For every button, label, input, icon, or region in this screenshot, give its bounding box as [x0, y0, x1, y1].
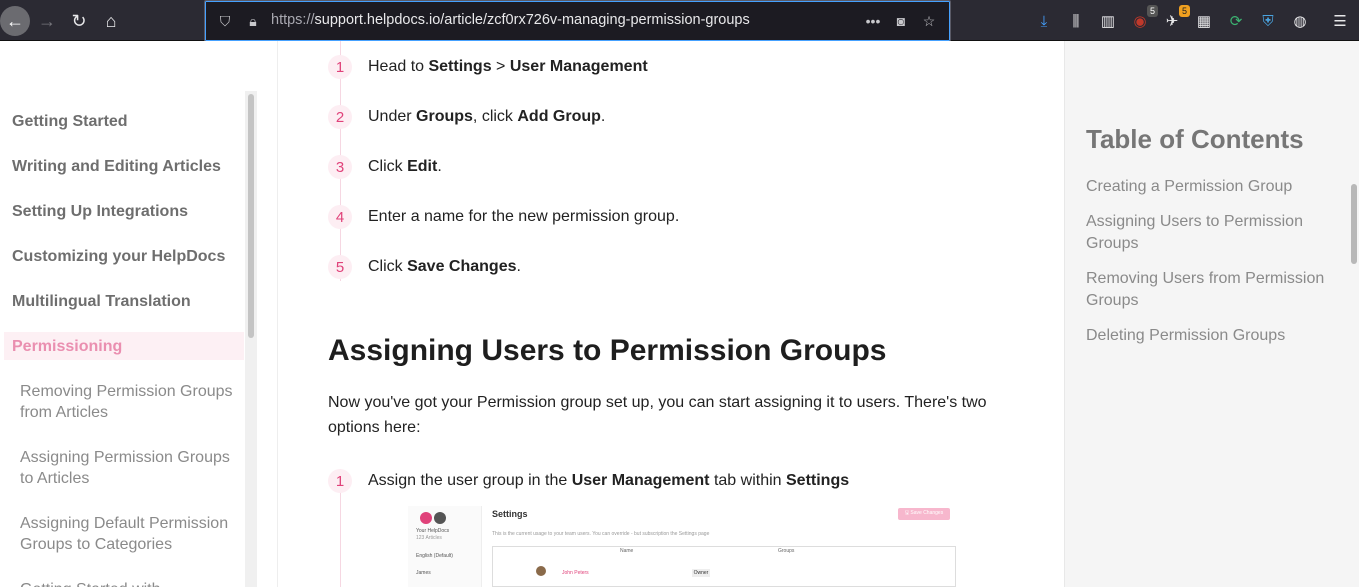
sidebar-subitem-assigning-groups[interactable]: Assigning Permission Groups to Articles — [20, 447, 240, 489]
forward-icon[interactable]: → — [33, 7, 61, 35]
sidebar-subitem-removing-groups[interactable]: Removing Permission Groups from Articles — [20, 381, 240, 423]
shield-icon[interactable]: ⛉ — [215, 11, 235, 31]
step-text: Under Groups, click Add Group. — [368, 108, 606, 125]
embedded-screenshot: Your HelpDocs 123 Articles English (Defa… — [408, 506, 968, 587]
reload-icon[interactable]: ↻ — [65, 7, 93, 35]
embedded-col-groups: Groups — [778, 548, 795, 554]
embedded-col-name: Name — [620, 548, 634, 554]
address-bar[interactable]: ⛉ 🔒︎ https://support.helpdocs.io/article… — [204, 0, 951, 42]
step-number: 5 — [328, 255, 352, 279]
toc-link-assigning[interactable]: Assigning Users to Permission Groups — [1086, 211, 1341, 255]
page-scrollbar-thumb[interactable] — [1351, 184, 1357, 264]
step-text: Click Save Changes. — [368, 258, 521, 275]
sidebar-toggle-icon[interactable]: ▥ — [1096, 9, 1120, 33]
embedded-role-badge: Owner — [692, 569, 710, 577]
step-number: 3 — [328, 155, 352, 179]
ublock-icon[interactable]: ◉ 5 — [1128, 5, 1158, 33]
sidebar-item-customizing[interactable]: Customizing your HelpDocs — [12, 248, 225, 266]
sidebar-scrollbar-thumb[interactable] — [248, 94, 254, 338]
home-icon[interactable]: ⌂ — [97, 7, 125, 35]
embedded-brand: Your HelpDocs — [416, 528, 450, 534]
embedded-logo-icon — [420, 512, 432, 524]
embedded-user-name: John Peters — [562, 570, 589, 576]
table-of-contents: Table of Contents Creating a Permission … — [1064, 41, 1359, 587]
extension-icon[interactable]: ✈ 5 — [1160, 5, 1190, 33]
section-heading: Assigning Users to Permission Groups — [328, 334, 887, 367]
embedded-user-avatar — [536, 566, 546, 576]
sidebar-item-getting-started[interactable]: Getting Started — [12, 113, 128, 131]
step-number: 2 — [328, 105, 352, 129]
section-paragraph: Now you've got your Permission group set… — [328, 394, 987, 436]
extension-badge: 5 — [1178, 5, 1190, 17]
sidebar-item-permissioning[interactable]: Permissioning — [12, 338, 122, 356]
menu-icon[interactable]: ☰ — [1328, 9, 1352, 33]
step-text: Head to Settings > User Management — [368, 58, 648, 75]
embedded-subtitle: This is the current usage to your team u… — [492, 531, 710, 537]
url-host-path: support.helpdocs.io/article/zcf0rx726v-m… — [314, 12, 750, 28]
step-number: 1 — [328, 469, 352, 493]
embedded-avatar-icon — [434, 512, 446, 524]
embedded-article-count: 123 Articles — [416, 535, 442, 541]
bookmark-star-icon[interactable]: ☆ — [919, 11, 939, 31]
lock-icon[interactable]: 🔒︎ — [243, 11, 263, 31]
url-text[interactable]: https://support.helpdocs.io/article/zcf0… — [271, 12, 750, 28]
more-actions-icon[interactable]: ••• — [863, 11, 883, 31]
sidebar-subitem-default-groups[interactable]: Assigning Default Permission Groups to C… — [20, 513, 240, 555]
back-icon[interactable]: ← — [0, 6, 30, 36]
embedded-user: James — [416, 570, 431, 576]
step-text: Click Edit. — [368, 158, 442, 175]
step-text: Enter a name for the new permission grou… — [368, 208, 680, 225]
downloads-icon[interactable]: ⤓ — [1032, 9, 1056, 33]
embedded-title: Settings — [492, 509, 528, 519]
sync-extension-icon[interactable]: ⟳ — [1224, 9, 1248, 33]
library-icon[interactable]: ⫼ — [1064, 9, 1088, 33]
browser-toolbar: ← → ↻ ⌂ ⛉ 🔒︎ https://support.helpdocs.io… — [0, 0, 1359, 42]
account-icon[interactable]: ◍ — [1288, 9, 1312, 33]
step-number: 4 — [328, 205, 352, 229]
sidebar-item-writing-editing[interactable]: Writing and Editing Articles — [12, 158, 221, 176]
embedded-sidebar: Your HelpDocs 123 Articles English (Defa… — [408, 506, 482, 587]
docs-sidebar: Getting Started Writing and Editing Arti… — [0, 41, 278, 587]
embedded-table — [492, 546, 956, 587]
sidebar-item-multilingual[interactable]: Multilingual Translation — [12, 293, 191, 311]
toc-link-removing[interactable]: Removing Users from Permission Groups — [1086, 268, 1341, 312]
embedded-save-button: 🖫 Save Changes — [898, 508, 950, 520]
bitwarden-icon[interactable]: ⛨ — [1256, 9, 1280, 33]
step-number: 1 — [328, 55, 352, 79]
toc-title: Table of Contents — [1086, 124, 1304, 154]
ublock-badge: 5 — [1146, 5, 1158, 17]
sidebar-item-integrations[interactable]: Setting Up Integrations — [12, 203, 188, 221]
step-text: Assign the user group in the User Manage… — [368, 472, 850, 489]
grid-extension-icon[interactable]: ▦ — [1192, 9, 1216, 33]
url-scheme: https:// — [271, 12, 315, 28]
article-content: 1 Head to Settings > User Management 2 U… — [278, 41, 1064, 587]
toc-link-creating[interactable]: Creating a Permission Group — [1086, 176, 1341, 198]
pocket-icon[interactable]: ◙ — [891, 11, 911, 31]
sidebar-subitem-getting-started-with[interactable]: Getting Started with — [20, 579, 240, 587]
toc-link-deleting[interactable]: Deleting Permission Groups — [1086, 325, 1341, 347]
embedded-language: English (Default) — [416, 553, 453, 559]
